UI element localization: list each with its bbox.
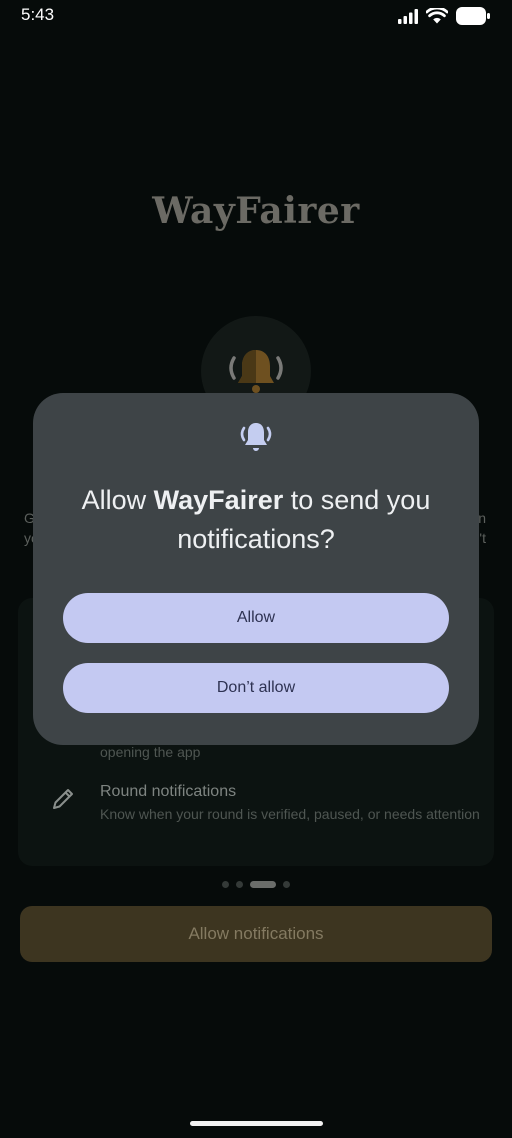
feature-description: Know when your round is verified, paused… (100, 806, 480, 822)
battery-icon (456, 7, 490, 25)
page-dot (236, 881, 243, 888)
page-dot (222, 881, 229, 888)
signal-icon (398, 8, 418, 24)
dialog-icon-wrap (33, 419, 479, 455)
notification-permission-dialog: Allow WayFairer to send you notification… (33, 393, 479, 745)
status-time: 5:43 (21, 5, 55, 24)
pencil-icon (53, 789, 73, 809)
dont-allow-button[interactable]: Don’t allow (63, 663, 449, 713)
allow-notifications-button[interactable]: Allow notifications (20, 906, 492, 962)
feature-description: opening the app (100, 744, 201, 760)
page-dot (283, 881, 290, 888)
bell-ringing-icon (240, 423, 272, 451)
dialog-title-app-name: WayFairer (153, 485, 284, 515)
dialog-title: Allow WayFairer to send you notification… (53, 481, 459, 559)
home-indicator[interactable] (190, 1121, 323, 1126)
wifi-icon (426, 8, 448, 24)
allow-button[interactable]: Allow (63, 593, 449, 643)
status-icons (398, 7, 490, 25)
page-dot-active (250, 881, 276, 888)
app-logo: WayFairer (152, 190, 360, 232)
page-indicator (0, 881, 512, 888)
dialog-title-prefix: Allow (81, 485, 154, 515)
bell-ringing-icon (229, 350, 283, 393)
feature-title: Round notifications (100, 783, 237, 800)
status-bar: 5:43 (0, 0, 512, 32)
